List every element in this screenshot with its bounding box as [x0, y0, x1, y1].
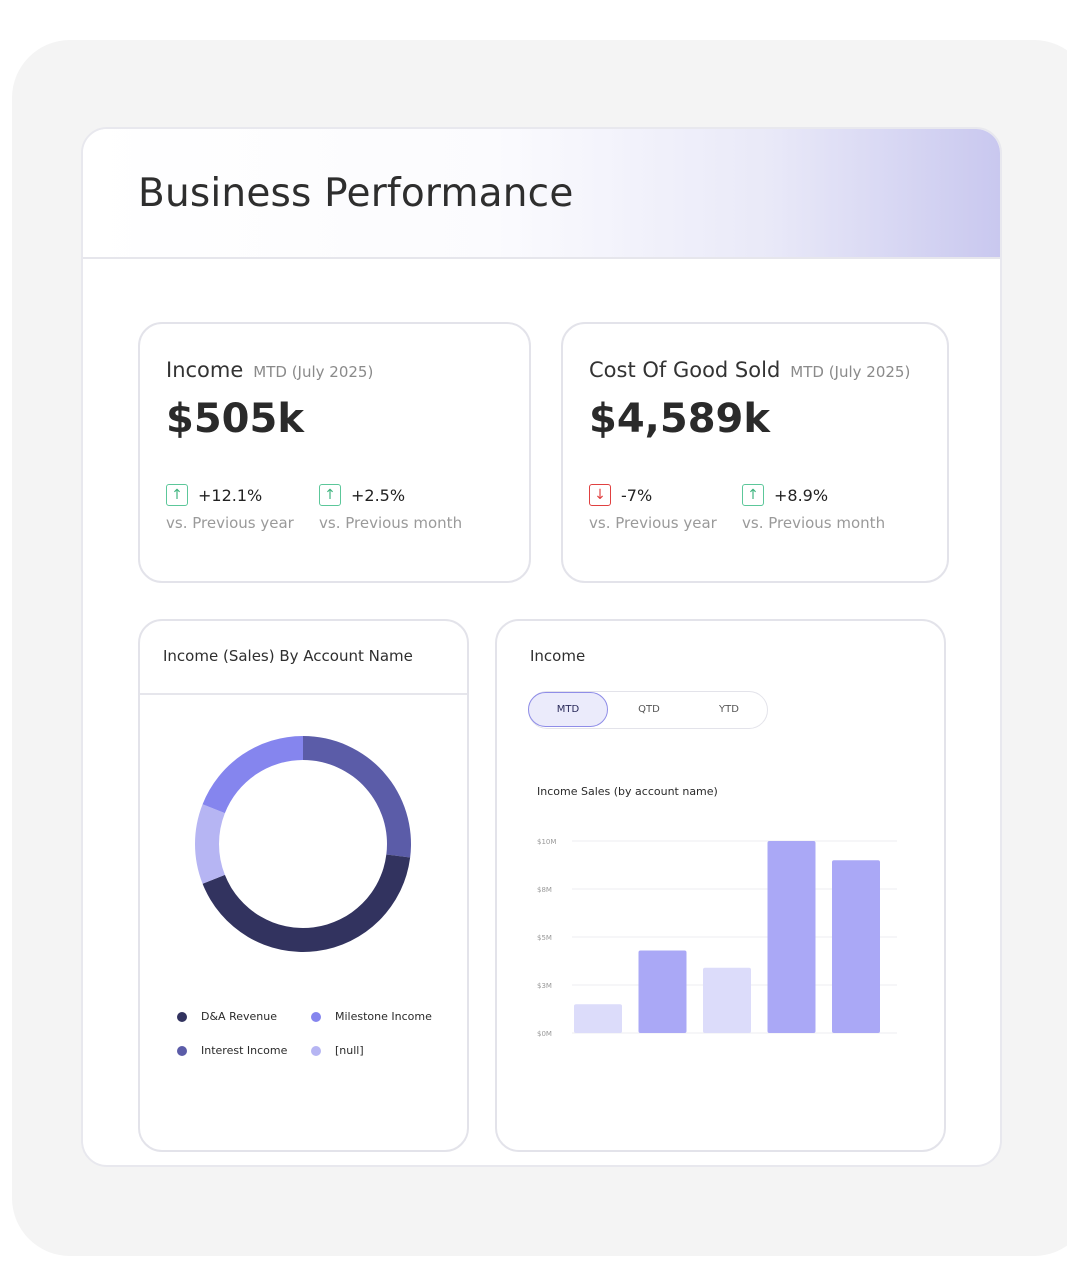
donut-chart	[195, 736, 412, 952]
delta-value: -7%	[621, 485, 653, 505]
legend-item: Milestone Income	[311, 1010, 432, 1023]
arrow-up-icon: ↑	[319, 484, 341, 506]
business-performance-panel: Business Performance Income MTD (July 202…	[81, 127, 1002, 1167]
kpi-value: $4,589k	[589, 396, 770, 442]
bar	[638, 950, 687, 1033]
bar-chart: $10M $8M $5M $3M $0M	[537, 838, 897, 1038]
legend-item: Interest Income	[177, 1044, 287, 1057]
donut-slice	[202, 854, 411, 952]
bar	[767, 841, 816, 1033]
page-title: Business Performance	[138, 171, 574, 216]
panel-header: Business Performance	[83, 129, 1000, 259]
delta-label: vs. Previous month	[319, 514, 463, 532]
legend-item: [null]	[311, 1044, 364, 1057]
donut-slice	[303, 736, 412, 858]
kpi-title: Income MTD (July 2025)	[166, 358, 373, 382]
legend-dot	[311, 1011, 321, 1022]
chart-title: Income Sales (by account name)	[537, 785, 718, 798]
tab-ytd[interactable]: YTD	[689, 692, 769, 727]
period-toggle: MTD QTD YTD	[528, 691, 768, 729]
kpi-period: MTD (July 2025)	[790, 363, 911, 381]
income-bar-card: Income MTD QTD YTD Income Sales (by acco…	[495, 619, 946, 1152]
legend-dot	[177, 1045, 187, 1056]
y-tick-label: $5M	[537, 934, 552, 942]
legend-label: [null]	[335, 1044, 364, 1057]
kpi-period: MTD (July 2025)	[253, 363, 374, 381]
kpi-value: $505k	[166, 396, 304, 442]
legend-label: D&A Revenue	[201, 1010, 277, 1023]
legend-dot	[177, 1011, 187, 1022]
delta-label: vs. Previous month	[742, 514, 886, 532]
delta-month: ↑ +8.9%	[742, 484, 828, 506]
delta-label: vs. Previous year	[589, 514, 717, 532]
tab-mtd[interactable]: MTD	[528, 692, 608, 727]
y-tick-label: $10M	[537, 838, 556, 846]
legend-dot	[311, 1045, 321, 1056]
arrow-up-icon: ↑	[166, 484, 188, 506]
y-tick-label: $3M	[537, 982, 552, 990]
legend-label: Milestone Income	[335, 1010, 432, 1023]
income-by-account-card: Income (Sales) By Account Name D&A Reven…	[138, 619, 469, 1152]
legend-item: D&A Revenue	[177, 1010, 277, 1023]
delta-value: +12.1%	[198, 485, 263, 505]
delta-year: ↓ -7%	[589, 484, 652, 506]
card-title: Income	[530, 647, 586, 665]
donut-slice	[195, 804, 225, 884]
income-kpi-card[interactable]: Income MTD (July 2025) $505k ↑ +12.1% vs.…	[138, 322, 531, 583]
delta-value: +2.5%	[351, 485, 406, 505]
y-tick-label: $0M	[537, 1030, 552, 1038]
arrow-down-icon: ↓	[589, 484, 611, 506]
cogs-kpi-card[interactable]: Cost Of Good Sold MTD (July 2025) $4,589k…	[561, 322, 949, 583]
delta-year: ↑ +12.1%	[166, 484, 262, 506]
bar	[832, 860, 880, 1033]
delta-month: ↑ +2.5%	[319, 484, 405, 506]
kpi-title: Cost Of Good Sold MTD (July 2025)	[589, 358, 910, 382]
delta-label: vs. Previous year	[166, 514, 294, 532]
legend-label: Interest Income	[201, 1044, 288, 1057]
bar	[574, 1004, 622, 1033]
divider	[140, 693, 467, 695]
delta-value: +8.9%	[774, 485, 829, 505]
tab-qtd[interactable]: QTD	[609, 692, 689, 727]
kpi-label: Cost Of Good Sold	[589, 358, 781, 382]
donut-slice	[202, 736, 303, 814]
card-title: Income (Sales) By Account Name	[163, 647, 413, 665]
y-tick-label: $8M	[537, 886, 552, 894]
bar	[703, 967, 751, 1033]
arrow-up-icon: ↑	[742, 484, 764, 506]
kpi-label: Income	[166, 358, 244, 382]
